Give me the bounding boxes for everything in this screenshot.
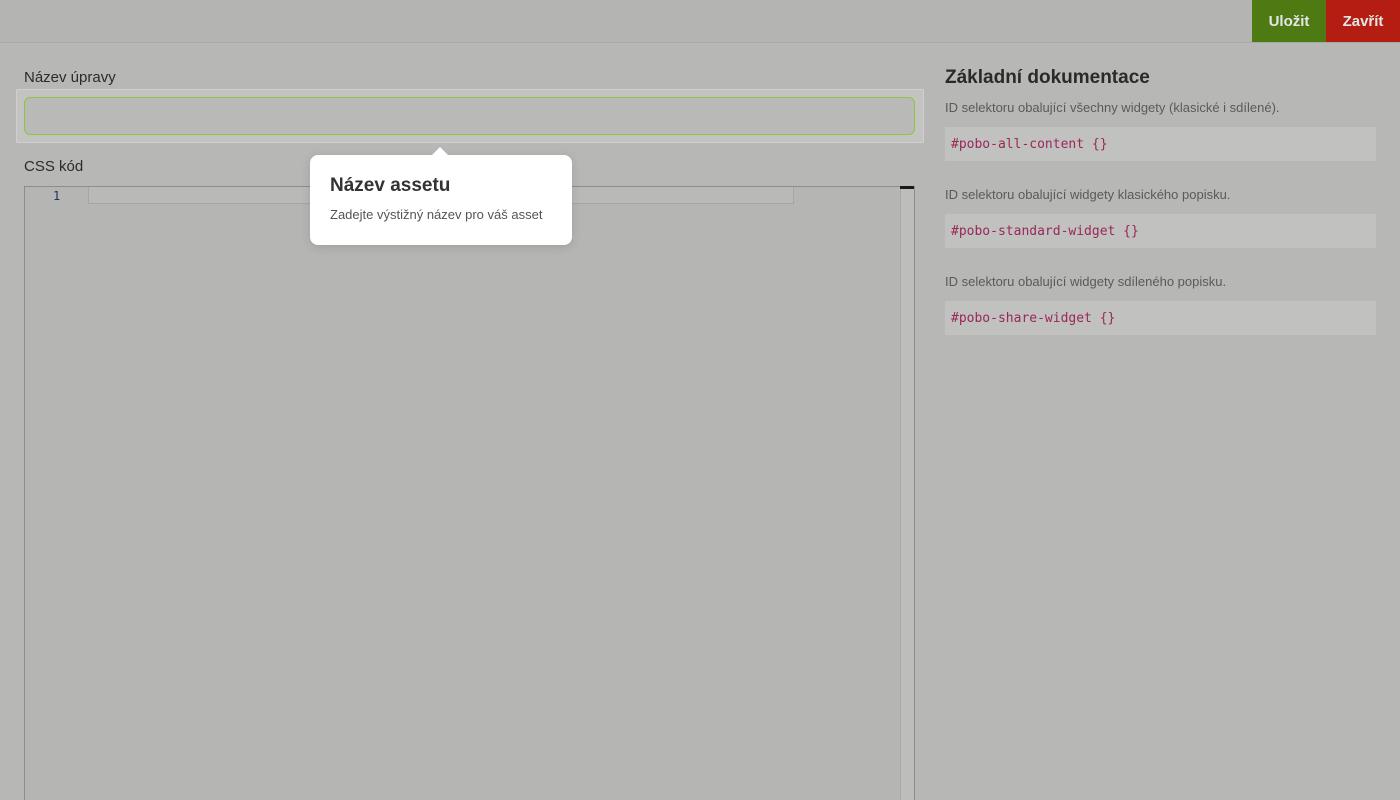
docs-item-code: #pobo-all-content {} xyxy=(945,127,1376,161)
top-toolbar: Uložit Zavřít xyxy=(0,0,1400,43)
close-button[interactable]: Zavřít xyxy=(1326,0,1400,42)
editor-gutter: 1 xyxy=(25,187,85,800)
tooltip-text: Zadejte výstižný název pro váš asset xyxy=(330,207,543,222)
name-tooltip: Název assetu Zadejte výstižný název pro … xyxy=(310,147,572,245)
name-field-wrapper xyxy=(16,89,924,143)
editor-scrollbar[interactable] xyxy=(900,186,914,800)
docs-item-description: ID selektoru obalující widgety sdíleného… xyxy=(945,274,1227,289)
docs-item-code: #pobo-standard-widget {} xyxy=(945,214,1376,248)
name-input[interactable] xyxy=(24,97,915,135)
page: Uložit Zavřít Název úpravy CSS kód 1 Náz… xyxy=(0,0,1400,800)
docs-item-description: ID selektoru obalující všechny widgety (… xyxy=(945,100,1280,115)
scrollbar-thumb[interactable] xyxy=(900,186,914,189)
tooltip-arrow xyxy=(432,147,448,155)
docs-title: Základní dokumentace xyxy=(945,67,1150,88)
name-label: Název úpravy xyxy=(24,69,116,86)
css-code-label: CSS kód xyxy=(24,158,84,175)
line-number: 1 xyxy=(53,189,61,203)
css-code-editor[interactable]: 1 xyxy=(24,186,915,800)
tooltip-title: Název assetu xyxy=(330,175,451,196)
docs-item-description: ID selektoru obalující widgety klasickéh… xyxy=(945,187,1231,202)
docs-item-code: #pobo-share-widget {} xyxy=(945,301,1376,335)
save-button[interactable]: Uložit xyxy=(1252,0,1326,42)
